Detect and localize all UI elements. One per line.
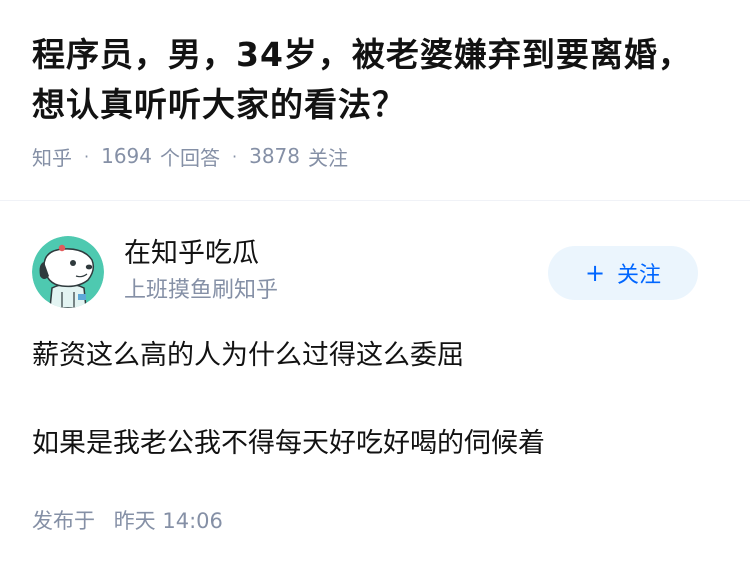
publish-timestamp: 昨天 14:06 bbox=[113, 509, 223, 533]
follow-label: 关注 bbox=[617, 263, 662, 288]
cartoon-dog-avatar-icon bbox=[32, 236, 104, 308]
meta-separator: · bbox=[84, 146, 90, 166]
site-name[interactable]: 知乎 bbox=[32, 142, 72, 171]
author-card: 在知乎吃瓜 上班摸鱼刷知乎 + 关注 bbox=[32, 234, 718, 310]
follow-button[interactable]: + 关注 bbox=[548, 246, 698, 300]
answer-paragraph: 薪资这么高的人为什么过得这么委屈 bbox=[32, 340, 464, 371]
publish-time: 发布于 昨天 14:06 bbox=[32, 506, 223, 536]
followers-count: 3878 bbox=[249, 144, 300, 168]
question-title[interactable]: 程序员，男，34岁，被老婆嫌弃到要离婚，想认真听听大家的看法？ bbox=[32, 30, 722, 130]
question-header: 程序员，男，34岁，被老婆嫌弃到要离婚，想认真听听大家的看法？ 知乎 · 169… bbox=[32, 30, 722, 171]
question-meta: 知乎 · 1694 个回答 · 3878 关注 bbox=[32, 141, 722, 171]
answer-paragraph: 如果是我老公我不得每天好吃好喝的伺候着 bbox=[32, 428, 545, 459]
plus-icon: + bbox=[584, 259, 606, 287]
answer-content: 薪资这么高的人为什么过得这么委屈 如果是我老公我不得每天好吃好喝的伺候着 bbox=[32, 336, 722, 512]
avatar[interactable] bbox=[32, 236, 104, 308]
publish-prefix: 发布于 bbox=[32, 509, 95, 533]
section-divider bbox=[0, 200, 750, 201]
author-bio: 上班摸鱼刷知乎 bbox=[124, 278, 279, 303]
meta-separator: · bbox=[232, 146, 238, 166]
answers-count: 1694 bbox=[101, 144, 152, 168]
followers-label: 关注 bbox=[308, 145, 348, 170]
author-name[interactable]: 在知乎吃瓜 bbox=[124, 236, 259, 272]
answers-label: 个回答 bbox=[160, 145, 220, 170]
